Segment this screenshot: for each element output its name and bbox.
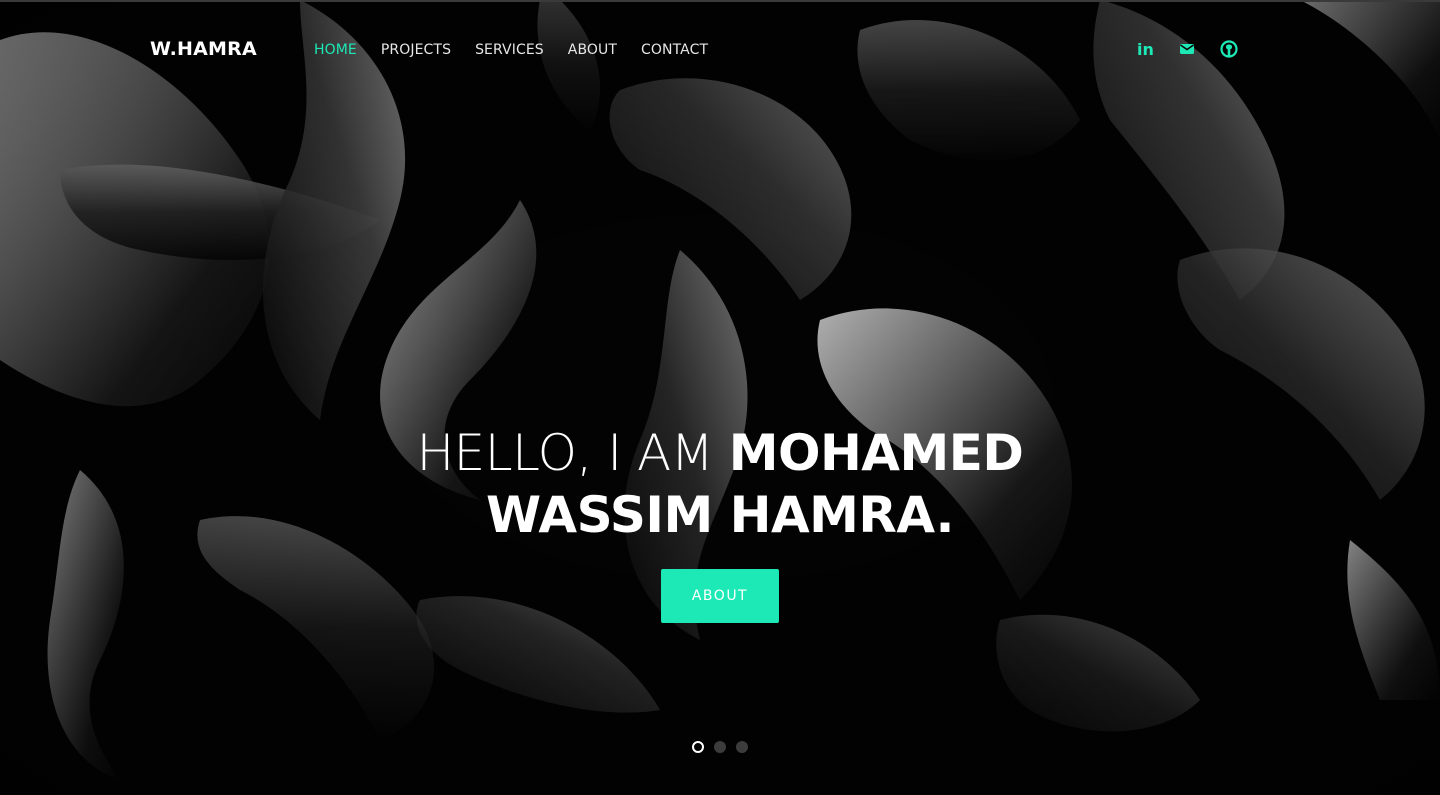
github-icon[interactable] [1218,38,1240,60]
nav-item-projects[interactable]: PROJECTS [381,42,451,58]
top-border [0,0,1440,2]
hero-first-name: MOHAMED [728,424,1024,482]
linkedin-icon[interactable]: in [1134,38,1156,60]
nav-item-about[interactable]: ABOUT [568,42,617,58]
slider-pagination [692,741,748,753]
main-nav: HOME PROJECTS SERVICES ABOUT CONTACT [314,42,708,58]
nav-item-home[interactable]: HOME [314,42,357,58]
hero-line-1: HELLO, I AM MOHAMED [0,422,1440,484]
slider-dot-3[interactable] [736,741,748,753]
nav-item-contact[interactable]: CONTACT [641,42,708,58]
svg-text:in: in [1137,40,1154,59]
hero-greeting: HELLO, I AM [416,424,729,482]
hero-heading: HELLO, I AM MOHAMED WASSIM HAMRA. [0,422,1440,546]
about-button[interactable]: ABOUT [661,569,779,623]
site-header: W.HAMRA HOME PROJECTS SERVICES ABOUT CON… [0,0,1440,100]
nav-item-services[interactable]: SERVICES [475,42,544,58]
hero-line-2: WASSIM HAMRA. [485,486,955,544]
hero-background-image [0,0,1440,795]
page: W.HAMRA HOME PROJECTS SERVICES ABOUT CON… [0,0,1440,795]
brand-logo[interactable]: W.HAMRA [150,38,257,60]
slider-dot-2[interactable] [714,741,726,753]
social-links: in [1134,38,1240,60]
slider-dot-1[interactable] [692,741,704,753]
mail-icon[interactable] [1176,38,1198,60]
